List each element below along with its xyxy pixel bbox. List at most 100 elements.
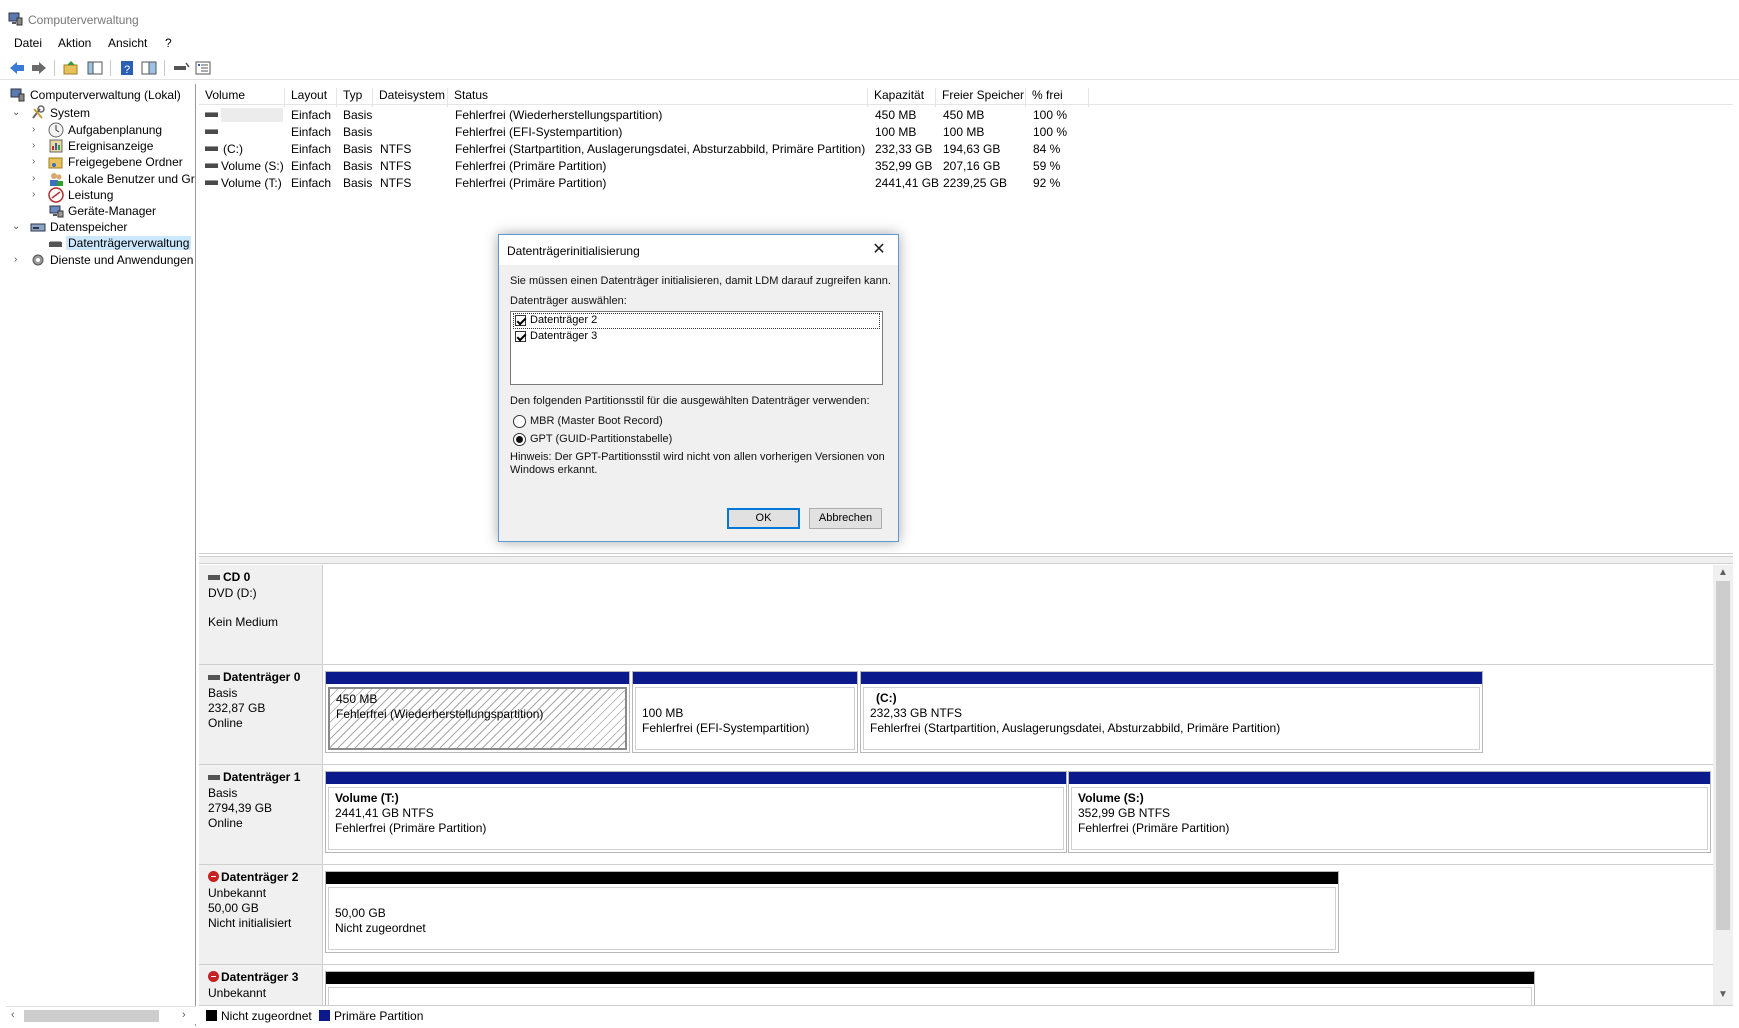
dialog-title: Datenträgerinitialisierung xyxy=(507,244,640,258)
chevron-right-icon[interactable]: › xyxy=(32,174,42,184)
disk-row-disk1[interactable]: Datenträger 1 Basis 2794,39 GB Online Vo… xyxy=(199,765,1713,865)
disk-info-disk3[interactable]: Datenträger 3 Unbekannt xyxy=(199,965,323,1005)
disk-name: CD 0 xyxy=(223,570,251,584)
forward-arrow-icon[interactable] xyxy=(30,59,48,77)
column-header-kapazitaet[interactable]: Kapazität xyxy=(868,88,936,107)
show-hide-tree-icon[interactable] xyxy=(86,59,104,77)
checkbox-checked[interactable] xyxy=(515,315,526,326)
toolbar-separator xyxy=(54,60,55,76)
chevron-right-icon[interactable]: › xyxy=(32,157,42,167)
up-folder-icon[interactable] xyxy=(62,59,80,77)
table-row[interactable]: Volume (T:) Einfach Basis NTFS Fehlerfre… xyxy=(199,174,1733,191)
disk-row-cd0[interactable]: CD 0 DVD (D:) Kein Medium xyxy=(199,565,1713,665)
checkbox-checked[interactable] xyxy=(515,331,526,342)
legend-label-unallocated: Nicht zugeordnet xyxy=(221,1009,312,1023)
volume-list-header: Volume Layout Typ Dateisystem Status Kap… xyxy=(199,85,1733,107)
properties-pane-icon[interactable] xyxy=(140,59,158,77)
disk-checklist-item[interactable]: Datenträger 3 xyxy=(513,329,880,345)
scroll-down-icon[interactable]: ▼ xyxy=(1718,989,1728,1000)
tree-item-label: Ereignisanzeige xyxy=(68,139,154,153)
volume-capacity: 2441,41 GB xyxy=(875,176,940,190)
disk-info-cd0[interactable]: CD 0 DVD (D:) Kein Medium xyxy=(199,565,323,664)
partition-status: Fehlerfrei (Startpartition, Auslagerungs… xyxy=(870,721,1281,735)
partition-unallocated[interactable]: 50,00 GB Nicht zugeordnet xyxy=(325,871,1339,953)
tree-item-label: Computerverwaltung (Lokal) xyxy=(30,88,181,102)
partition-c[interactable]: (C:) 232,33 GB NTFS Fehlerfrei (Startpar… xyxy=(860,671,1483,753)
partition-bar-primary xyxy=(326,672,629,684)
volume-pct-free: 100 % xyxy=(1033,125,1068,139)
table-row[interactable]: (C:) Einfach Basis NTFS Fehlerfrei (Star… xyxy=(199,140,1733,157)
volume-free: 450 MB xyxy=(943,108,985,122)
table-row[interactable]: Einfach Basis Fehlerfrei (Wiederherstell… xyxy=(199,106,1733,123)
disk-row-disk0[interactable]: Datenträger 0 Basis 232,87 GB Online 450… xyxy=(199,665,1713,765)
partition-recovery[interactable]: 450 MB Fehlerfrei (Wiederherstellungspar… xyxy=(325,671,630,753)
partition-body: 100 MB Fehlerfrei (EFI-Systempartition) xyxy=(635,687,855,750)
disk-checklist-label: Datenträger 3 xyxy=(530,330,598,342)
close-icon[interactable]: ✕ xyxy=(869,240,889,260)
column-header-volume[interactable]: Volume xyxy=(199,88,285,107)
gpt-radio-label[interactable]: GPT (GUID-Partitionstabelle) xyxy=(530,433,672,445)
performance-icon xyxy=(48,187,64,203)
volume-status: Fehlerfrei (Wiederherstellungspartition) xyxy=(455,108,663,122)
disk-checklist[interactable]: Datenträger 2 Datenträger 3 xyxy=(510,311,883,385)
scrollbar-thumb[interactable] xyxy=(24,1010,159,1022)
disk-management-icon xyxy=(49,241,62,247)
disk-checklist-item[interactable]: Datenträger 2 xyxy=(513,313,880,329)
mbr-radio[interactable] xyxy=(513,415,526,428)
disk-info-disk2[interactable]: Datenträger 2 Unbekannt 50,00 GB Nicht i… xyxy=(199,865,323,964)
event-viewer-icon xyxy=(49,139,63,153)
disk-info-disk0[interactable]: Datenträger 0 Basis 232,87 GB Online xyxy=(199,665,323,764)
chevron-right-icon[interactable]: › xyxy=(32,141,42,151)
menu-aktion[interactable]: Aktion xyxy=(58,36,91,50)
volume-fs: NTFS xyxy=(380,142,412,156)
pane-splitter[interactable] xyxy=(199,556,1733,564)
tree-horizontal-scrollbar[interactable]: ‹ › xyxy=(6,1006,196,1024)
chevron-right-icon[interactable]: › xyxy=(32,190,42,200)
column-header-layout[interactable]: Layout xyxy=(285,88,337,107)
cancel-button[interactable]: Abbrechen xyxy=(809,508,882,529)
drive-icon xyxy=(205,146,218,151)
partition-size: 450 MB xyxy=(336,692,378,706)
mbr-radio-label[interactable]: MBR (Master Boot Record) xyxy=(530,415,663,427)
column-header-dateisystem[interactable]: Dateisystem xyxy=(373,88,448,107)
connect-drive-icon[interactable] xyxy=(172,59,190,77)
volume-status: Fehlerfrei (Primäre Partition) xyxy=(455,176,607,190)
volume-capacity: 100 MB xyxy=(875,125,917,139)
menu-ansicht[interactable]: Ansicht xyxy=(108,36,147,50)
chevron-down-icon[interactable]: ⌄ xyxy=(12,222,22,232)
tree-item-label: Lokale Benutzer und Gruppen xyxy=(68,172,195,186)
chevron-right-icon[interactable]: › xyxy=(14,255,24,265)
disk-row-disk3[interactable]: Datenträger 3 Unbekannt xyxy=(199,965,1713,1005)
column-header-status[interactable]: Status xyxy=(448,88,868,107)
tree-item-label: Geräte-Manager xyxy=(68,204,157,218)
volume-free: 207,16 GB xyxy=(943,159,1001,173)
chevron-down-icon[interactable]: ⌄ xyxy=(12,108,22,118)
table-row[interactable]: Einfach Basis Fehlerfrei (EFI-Systempart… xyxy=(199,123,1733,140)
disk-view-vertical-scrollbar[interactable]: ▲ ▼ xyxy=(1713,565,1733,1005)
volume-capacity: 352,99 GB xyxy=(875,159,933,173)
table-row[interactable]: Volume (S:) Einfach Basis NTFS Fehlerfre… xyxy=(199,157,1733,174)
back-arrow-icon[interactable] xyxy=(8,59,26,77)
chevron-right-icon[interactable]: › xyxy=(32,125,42,135)
partition-s[interactable]: Volume (S:) 352,99 GB NTFS Fehlerfrei (P… xyxy=(1068,771,1711,853)
column-header-prozent-frei[interactable]: % frei xyxy=(1026,88,1089,107)
menu-help[interactable]: ? xyxy=(165,36,172,50)
dialog-intro-text: Sie müssen einen Datenträger initialisie… xyxy=(510,275,891,287)
help-icon[interactable]: ? xyxy=(118,59,136,77)
partition-efi[interactable]: 100 MB Fehlerfrei (EFI-Systempartition) xyxy=(632,671,858,753)
scrollbar-thumb[interactable] xyxy=(1716,581,1730,930)
volume-layout: Einfach xyxy=(291,142,332,156)
partition-t[interactable]: Volume (T:) 2441,41 GB NTFS Fehlerfrei (… xyxy=(325,771,1067,853)
menu-datei[interactable]: Datei xyxy=(14,36,42,50)
scroll-right-icon[interactable]: › xyxy=(182,1009,186,1021)
disk-info-disk1[interactable]: Datenträger 1 Basis 2794,39 GB Online xyxy=(199,765,323,864)
partition-unallocated[interactable] xyxy=(325,971,1535,1005)
ok-button[interactable]: OK xyxy=(727,508,800,529)
column-header-freier-speicher[interactable]: Freier Speicher xyxy=(936,88,1026,107)
column-header-typ[interactable]: Typ xyxy=(337,88,373,107)
gpt-radio[interactable] xyxy=(513,433,526,446)
scroll-up-icon[interactable]: ▲ xyxy=(1718,567,1728,578)
settings-list-icon[interactable] xyxy=(194,59,212,77)
disk-row-disk2[interactable]: Datenträger 2 Unbekannt 50,00 GB Nicht i… xyxy=(199,865,1713,965)
scroll-left-icon[interactable]: ‹ xyxy=(11,1009,15,1021)
